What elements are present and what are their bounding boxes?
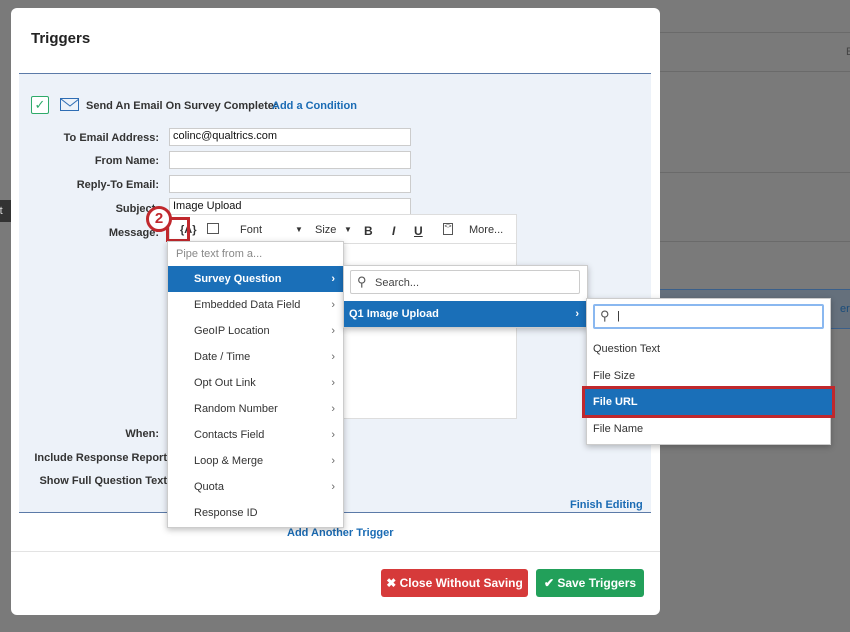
pipe-menu-item[interactable]: Response ID (168, 500, 343, 526)
pipe-menu-item[interactable]: Date / Time › (168, 344, 343, 370)
pipe-menu-item[interactable]: Embedded Data Field › (168, 292, 343, 318)
show-label: Show Full Question Text (39, 475, 167, 487)
pipe-menu-item-label: Response ID (194, 507, 258, 519)
chevron-right-icon: › (331, 403, 335, 415)
pipe-menu-item[interactable]: Contacts Field › (168, 422, 343, 448)
field-menu-item[interactable]: File URL (582, 386, 835, 418)
italic-button[interactable]: I (392, 224, 395, 238)
step-badge: 2 (146, 206, 172, 232)
field-menu-item[interactable]: Question Text (587, 336, 830, 362)
save-label: Save Triggers (557, 576, 637, 590)
question-item[interactable]: Q1 Image Upload › (344, 301, 587, 327)
reply-to-input[interactable] (169, 175, 411, 193)
chevron-right-icon: › (331, 481, 335, 493)
background-text: rt (0, 200, 11, 222)
pipe-menu-item-label: Date / Time (194, 351, 251, 363)
field-menu-item[interactable]: File Name (587, 416, 830, 442)
include-label: Include Response Report (34, 452, 167, 464)
reply-label: Reply-To Email: (76, 179, 159, 191)
pipe-menu-item[interactable]: Quota › (168, 474, 343, 500)
subject-label: Subject: (115, 203, 159, 215)
envelope-icon (60, 98, 79, 111)
save-triggers-button[interactable]: ✔ Save Triggers (536, 569, 644, 597)
chevron-down-icon: ▼ (344, 225, 352, 234)
chevron-right-icon: › (331, 429, 335, 441)
to-label: To Email Address: (63, 132, 159, 144)
from-label: From Name: (94, 155, 159, 167)
background-text: ermi (840, 303, 850, 315)
question-menu: ⚲ Search... Q1 Image Upload › (343, 265, 588, 328)
close-label: Close Without Saving (399, 576, 523, 590)
pipe-menu-item-label: Opt Out Link (194, 377, 256, 389)
pipe-menu-item-label: Survey Question (194, 273, 282, 285)
pipe-menu-item-label: GeoIP Location (194, 325, 270, 337)
field-menu-item-label: File URL (593, 396, 638, 408)
size-select[interactable]: Size (315, 224, 336, 236)
pipe-menu-item-label: Embedded Data Field (194, 299, 301, 311)
pipe-menu-item[interactable]: Opt Out Link › (168, 370, 343, 396)
modal-title: Triggers (31, 30, 91, 47)
chevron-right-icon: › (331, 377, 335, 389)
field-menu-item[interactable]: File Size (587, 363, 830, 389)
close-without-saving-button[interactable]: ✖ Close Without Saving (381, 569, 528, 597)
question-item-label: Q1 Image Upload (349, 308, 439, 320)
close-icon: ✖ (386, 576, 400, 590)
bold-button[interactable]: B (364, 224, 373, 238)
pipe-menu-item[interactable]: Loop & Merge › (168, 448, 343, 474)
chevron-right-icon: › (331, 325, 335, 337)
image-icon[interactable] (207, 223, 219, 234)
pipe-menu-item-label: Random Number (194, 403, 278, 415)
field-menu: ⚲ | Question Text File Size File URL File N… (582, 298, 835, 445)
chevron-right-icon: › (331, 299, 335, 311)
chevron-right-icon: › (331, 273, 335, 285)
pipe-text-menu: Pipe text from a... Survey Question › Embe… (167, 241, 344, 528)
field-search-input: | (617, 310, 620, 322)
background-text: E (846, 46, 850, 58)
pipe-menu-item[interactable]: Random Number › (168, 396, 343, 422)
to-email-input[interactable]: colinc@qualtrics.com (169, 128, 411, 146)
field-menu-item-label: Question Text (593, 343, 661, 355)
pipe-menu-item-label: Loop & Merge (194, 455, 264, 467)
chevron-right-icon: › (575, 308, 579, 320)
pipe-menu-item[interactable]: Survey Question › (168, 266, 343, 292)
add-trigger-link[interactable]: Add Another Trigger (287, 527, 394, 539)
question-search-placeholder: Search... (375, 277, 420, 289)
enable-checkbox[interactable]: ✓ (31, 96, 49, 114)
when-label: When: (125, 428, 159, 440)
font-select[interactable]: Font (240, 224, 262, 236)
chevron-right-icon: › (331, 455, 335, 467)
add-condition-link[interactable]: Add a Condition (272, 100, 357, 112)
underline-button[interactable]: U (414, 224, 423, 238)
question-search[interactable]: ⚲ Search... (350, 270, 580, 294)
source-icon[interactable]: <> (443, 223, 453, 235)
field-menu-item-label: File Name (593, 422, 644, 435)
field-menu-item-label: File Size (593, 369, 636, 382)
pipe-menu-item-label: Quota (194, 481, 224, 493)
check-icon: ✔ (543, 576, 558, 590)
editor-toolbar: {A} Font ▼ Size ▼ B I U <> More... (169, 214, 517, 244)
search-icon: ⚲ (600, 308, 610, 323)
message-label: Message: (108, 227, 159, 239)
trigger-heading: Send An Email On Survey Complete: (86, 100, 278, 112)
pipe-menu-header: Pipe text from a... (176, 248, 263, 260)
more-button[interactable]: More... (469, 224, 503, 236)
from-name-input[interactable] (169, 151, 411, 169)
chevron-right-icon: › (331, 351, 335, 363)
finish-editing-link[interactable]: Finish Editing (570, 499, 643, 511)
search-icon: ⚲ (357, 274, 367, 289)
field-search[interactable]: ⚲ | (593, 304, 824, 329)
chevron-down-icon: ▼ (295, 225, 303, 234)
pipe-menu-item-label: Contacts Field (194, 429, 265, 441)
pipe-menu-item[interactable]: GeoIP Location › (168, 318, 343, 344)
